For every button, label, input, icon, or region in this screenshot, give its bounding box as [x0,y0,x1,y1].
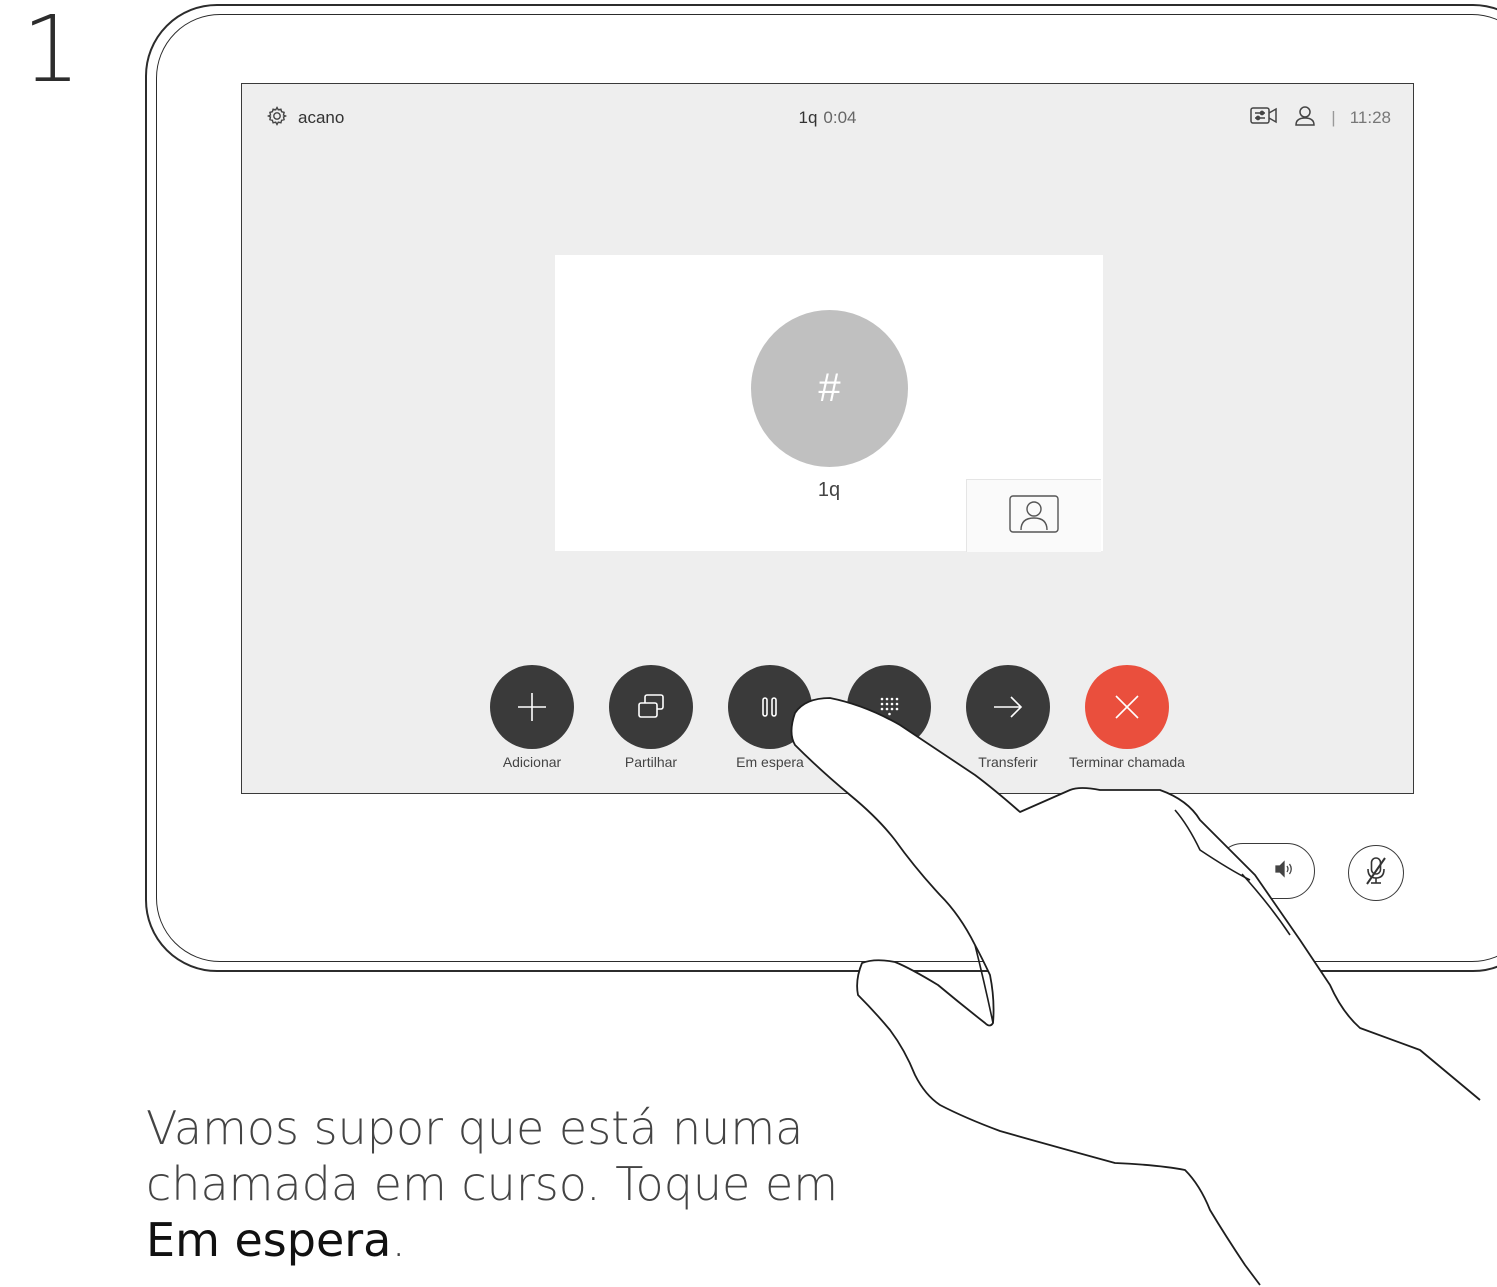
instruction-line-1: Vamos supor que está numa [146,1101,804,1155]
step-number: 1 [22,0,81,103]
instruction-line-2: chamada em curso. Toque em [146,1157,839,1211]
microphone-muted-icon [1362,855,1390,892]
selfview[interactable] [966,479,1101,552]
call-status: 1q 0:04 [242,106,1413,130]
speaker-icon [1274,859,1296,883]
keypad-button[interactable] [847,665,931,749]
clock: 11:28 [1349,108,1391,127]
camera-control-icon[interactable] [1249,105,1279,132]
touch-screen: acano 1q 0:04 | 11:28 # 1q Adicionar Par… [241,83,1414,794]
avatar: # [751,310,908,467]
plus-icon [518,693,546,721]
instruction-suffix: . [391,1213,406,1267]
arrow-right-icon [994,696,1023,718]
call-card: # 1q [555,255,1103,552]
call-duration: 0:04 [823,108,857,127]
end-call-button[interactable] [1085,665,1169,749]
volume-control[interactable] [1215,843,1315,899]
pause-icon [762,697,777,717]
share-icon [638,694,664,718]
end-call-button-label: Terminar chamada [1069,754,1185,770]
mute-button[interactable] [1348,845,1404,901]
add-button[interactable] [490,665,574,749]
share-button[interactable] [609,665,693,749]
keypad-icon [880,697,899,716]
call-name: 1q [798,108,818,127]
transfer-button[interactable] [966,665,1050,749]
close-icon [1115,695,1139,719]
selfview-person-icon [1009,494,1059,538]
instruction-text: Vamos supor que está numa chamada em cur… [146,1100,846,1268]
status-right: | 11:28 [1249,105,1391,132]
user-icon[interactable] [1293,105,1317,132]
instruction-highlight: Em espera [146,1213,392,1267]
hold-button-label: Em espera [736,754,804,770]
status-separator: | [1331,108,1336,127]
hold-button[interactable] [728,665,812,749]
